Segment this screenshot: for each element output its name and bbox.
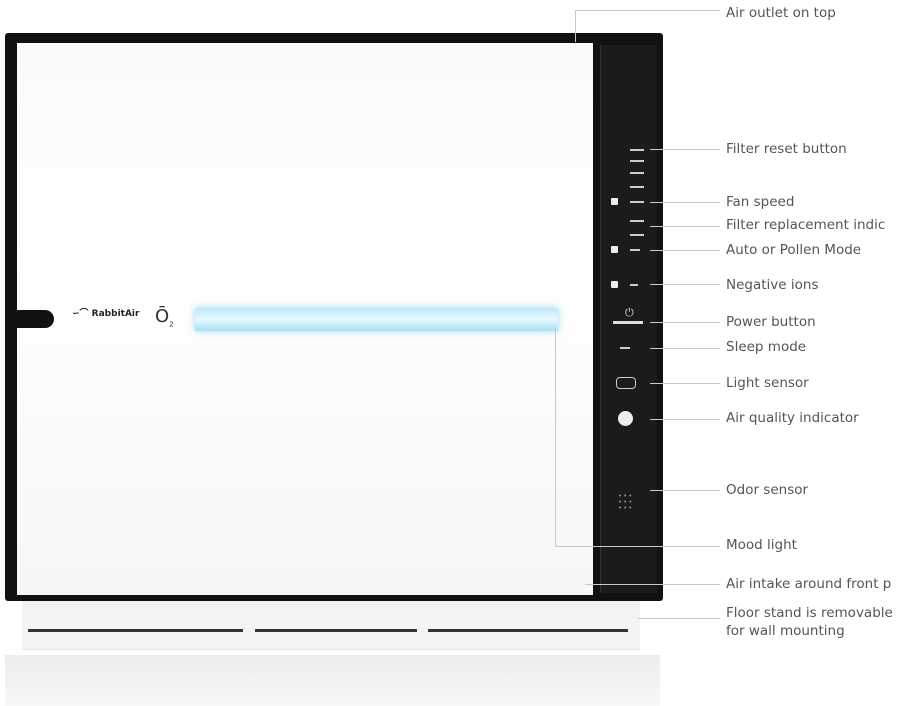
leader-line [650,322,720,323]
leader-line [650,490,720,491]
power-button[interactable] [613,321,643,324]
leader-line [555,331,556,546]
stand-slot [428,629,628,632]
fan-speed-indicator [630,201,644,203]
label-negative-ions: Negative ions [726,277,819,293]
label-sleep-mode: Sleep mode [726,339,807,355]
label-air-quality: Air quality indicator [726,410,859,426]
filter-replacement-indicator [630,220,644,222]
label-odor-sensor: Odor sensor [726,482,809,498]
filter-reset-indicator [630,149,644,151]
leader-line [650,149,720,150]
fan-speed-button[interactable] [611,198,618,205]
floor-reflection [5,655,660,706]
leader-line [585,584,720,585]
rabbitair-logo: ∽⌒ RabbitAir [72,309,140,319]
label-filter-replacement: Filter replacement indic [726,217,886,233]
leader-line [638,618,720,619]
negative-ions-button[interactable] [611,281,618,288]
auto-mode-button[interactable] [611,246,618,253]
odor-sensor: ••• ••• ••• [618,492,634,512]
label-air-intake: Air intake around front p [726,576,892,592]
label-fan-speed: Fan speed [726,194,795,210]
label-light-sensor: Light sensor [726,375,809,391]
label-mood-light: Mood light [726,537,797,553]
label-power-button: Power button [726,314,816,330]
mood-light-bar [195,308,558,331]
auto-mode-indicator [630,249,640,251]
panel-handle [12,310,54,328]
indicator [630,186,644,188]
indicator [630,234,644,236]
air-quality-indicator [618,411,633,426]
label-floor-stand: Floor stand is removable [726,605,893,621]
leader-line [650,284,720,285]
o2-logo: Ō2 [155,306,174,329]
label-wall-mounting: for wall mounting [726,623,845,639]
label-auto-pollen: Auto or Pollen Mode [726,242,862,258]
leader-line [650,383,720,384]
label-filter-reset: Filter reset button [726,141,847,157]
indicator [630,160,644,162]
stand-slot [28,629,243,632]
leader-line [555,546,720,547]
ion-indicator [630,284,638,286]
stand-slot [255,629,417,632]
leader-line [650,202,720,203]
leader-line [650,419,720,420]
floor-stand [22,601,640,650]
indicator [630,172,644,174]
leader-line [650,348,720,349]
leader-line [575,10,576,42]
leader-line [575,10,720,11]
sleep-mode-button[interactable] [620,347,630,349]
power-icon[interactable]: ⏻ [625,306,634,320]
label-air-outlet: Air outlet on top [726,5,836,21]
leader-line [650,250,720,251]
light-sensor [616,377,636,389]
leader-line [650,226,720,227]
